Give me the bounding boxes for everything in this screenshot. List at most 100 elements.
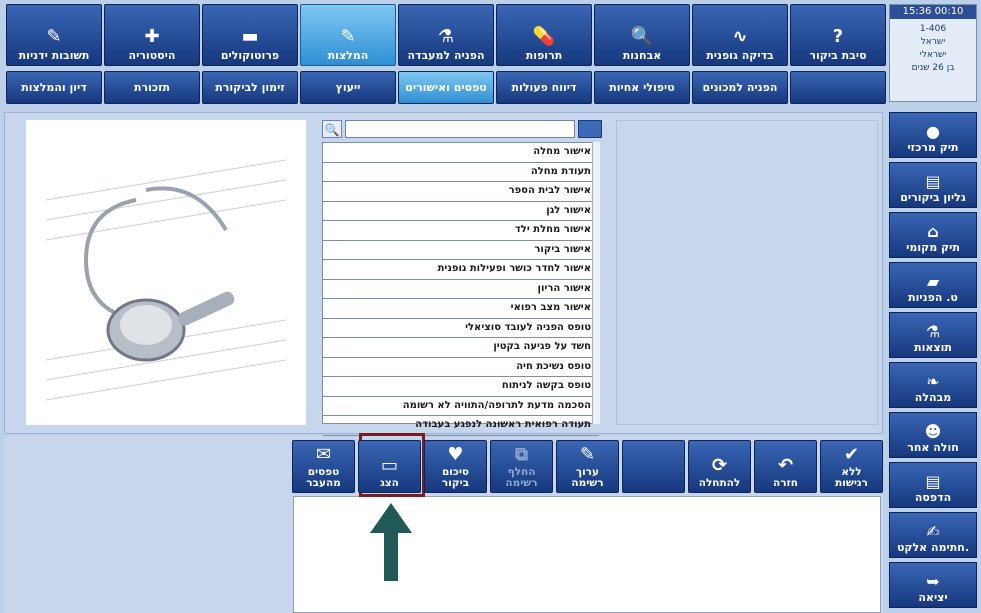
- tab-3[interactable]: 💊 תרופות: [496, 4, 592, 66]
- printer-icon: ▤: [925, 472, 941, 491]
- sidebar-item-7[interactable]: ▤ הדפסה: [889, 462, 977, 508]
- sidebar-item-label: חולה אחר: [907, 441, 959, 454]
- flask-icon: ⚗: [925, 322, 941, 341]
- tab-label: סיבת ביקור: [809, 49, 867, 62]
- folder-icon: ▰: [926, 272, 940, 291]
- forms-list: אישור מחלה תעודת מחלה אישור לבית הספר אישור…: [322, 142, 600, 436]
- tab-label: בדיקה גופנית: [706, 49, 774, 62]
- list-scrollbar[interactable]: [592, 142, 600, 424]
- tab-8[interactable]: ✎ תשובות ידניות: [6, 4, 102, 66]
- tab-0[interactable]: ? סיבת ביקור: [790, 4, 886, 66]
- tab-6[interactable]: ▬ פרוטוקולים: [202, 4, 298, 66]
- list-item[interactable]: תעודת מחלה: [323, 163, 599, 182]
- tab-label: הפניה למעבדה: [407, 49, 485, 62]
- magnifier-icon: 🔍: [630, 26, 654, 47]
- list-item[interactable]: אישור לבית הספר: [323, 182, 599, 202]
- sidebar-item-label: תוצאות: [914, 341, 952, 354]
- action-7[interactable]: ▭ הצג: [358, 440, 421, 493]
- clock-time: 15:36: [902, 6, 932, 17]
- action-0[interactable]: ✔ ללא רגישות: [820, 440, 883, 493]
- subtab-4[interactable]: טפסים ואישורים: [398, 71, 494, 104]
- sidebar-item-1[interactable]: ▤ גליון ביקורים: [889, 162, 977, 208]
- list-item[interactable]: אישור מצב רפואי: [323, 299, 599, 319]
- tab-label: היסטוריה: [128, 49, 176, 62]
- tab-label: אבחנות: [622, 49, 662, 62]
- subtab-3[interactable]: דיווח פעולות: [496, 71, 592, 104]
- patient-info-panel: 15:36 00:10 1-406 ישראל ישראלי בן 26 שני…: [889, 4, 977, 102]
- syringe-icon: ✎: [340, 26, 356, 47]
- flask-icon: ⚗: [437, 26, 455, 47]
- sidebar-item-label: תיק מקומי: [906, 241, 960, 254]
- pencil-icon: ✎: [579, 444, 596, 465]
- sidebar-item-label: גליון ביקורים: [900, 191, 966, 204]
- action-label: סיכום ביקור: [441, 466, 470, 489]
- action-2[interactable]: ⟳ להתחלה: [688, 440, 751, 493]
- list-item[interactable]: אישור הריון: [323, 280, 599, 299]
- list-item[interactable]: חשד על פגיעה בקטין: [323, 338, 599, 358]
- sidebar-item-2[interactable]: ⌂ תיק מקומי: [889, 212, 977, 258]
- subtab-6[interactable]: זימון לביקורת: [202, 71, 298, 104]
- question-icon: ?: [832, 26, 844, 47]
- sidebar-item-label: ט. הפניות: [908, 291, 958, 304]
- person-icon: ☻: [924, 422, 942, 441]
- list-item[interactable]: טופס הפניה לעובד סוציאלי: [323, 319, 599, 338]
- sidebar-item-6[interactable]: ☻ חולה אחר: [889, 412, 977, 458]
- subtab-7[interactable]: תזכורת: [104, 71, 200, 104]
- patient-code: 1-406: [919, 24, 947, 34]
- sidebar-item-9[interactable]: ➥ יציאה: [889, 562, 977, 608]
- briefcase-icon: ▬: [241, 26, 259, 47]
- action-5[interactable]: ⧉ החלף רשימה: [490, 440, 553, 493]
- medkit-icon: ✚: [144, 26, 160, 47]
- pills-icon: 💊: [532, 26, 556, 47]
- tab-1[interactable]: ∿ בדיקה גופנית: [692, 4, 788, 66]
- action-4[interactable]: ✎ ערוך רשימה: [556, 440, 619, 493]
- sidebar-item-5[interactable]: ❧ מבהלה: [889, 362, 977, 408]
- sign-icon: ✍: [926, 522, 940, 541]
- list-item[interactable]: טופס בקשה לניתוח: [323, 377, 599, 397]
- list-item[interactable]: אישור ביקור: [323, 241, 599, 260]
- arrow-up-icon: [370, 503, 412, 581]
- action-label: טפסים מהעבר: [306, 466, 341, 489]
- list-item[interactable]: הסכמה מדעת לתרופה/התוויה לא רשומה: [323, 397, 599, 416]
- list-item[interactable]: אישור לגן: [323, 202, 599, 221]
- tab-5[interactable]: ✎ המלצות: [300, 4, 396, 66]
- tab-7[interactable]: ✚ היסטוריה: [104, 4, 200, 66]
- clipboard-icon: ▤: [925, 172, 941, 191]
- list-item[interactable]: אישור לחדר כושר ופעילות גופנית: [323, 260, 599, 280]
- action-label: חזרה: [773, 477, 798, 489]
- subtab-2[interactable]: טיפולי אחיות: [594, 71, 690, 104]
- patient-age: בן 26 שנים: [911, 63, 955, 73]
- tab-4[interactable]: ⚗ הפניה למעבדה: [398, 4, 494, 66]
- action-1[interactable]: ↶ חזרה: [754, 440, 817, 493]
- sidebar-item-8[interactable]: ✍ חתימה אלקט.: [889, 512, 977, 558]
- forms-search-input[interactable]: [345, 120, 575, 138]
- action-6[interactable]: ♥ סיכום ביקור: [424, 440, 487, 493]
- action-label: ללא רגישות: [835, 466, 868, 489]
- tab-2[interactable]: 🔍 אבחנות: [594, 4, 690, 66]
- sidebar-item-3[interactable]: ▰ ט. הפניות: [889, 262, 977, 308]
- sidebar-item-4[interactable]: ⚗ תוצאות: [889, 312, 977, 358]
- sidebar-item-label: הדפסה: [914, 491, 952, 504]
- action-3[interactable]: [622, 440, 685, 493]
- subtab-1[interactable]: הפניה למכונים: [692, 71, 788, 104]
- list-item[interactable]: אישור מחלת ילד: [323, 221, 599, 241]
- search-icon[interactable]: 🔍: [322, 120, 342, 138]
- subtab-0[interactable]: [790, 71, 886, 104]
- sidebar-item-label: מבהלה: [914, 391, 952, 404]
- details-panel: [616, 120, 878, 425]
- check-icon: ✔: [843, 444, 860, 465]
- stethoscope-image: [26, 120, 306, 425]
- undo-arrow-icon: ↶: [777, 455, 794, 476]
- exit-arrow-icon: ➥: [926, 572, 940, 591]
- action-8[interactable]: ✉ טפסים מהעבר: [292, 440, 355, 493]
- sidebar-item-0[interactable]: ● תיק מרכזי: [889, 112, 977, 158]
- subtab-8[interactable]: דיון והמלצות: [6, 71, 102, 104]
- laptop-icon: ▭: [380, 455, 398, 476]
- list-item[interactable]: אישור מחלה: [323, 143, 599, 163]
- subtab-5[interactable]: ייעוץ: [300, 71, 396, 104]
- session-time: 00:10: [934, 6, 964, 17]
- tab-label: תרופות: [525, 49, 563, 62]
- list-toggle-button[interactable]: [578, 120, 602, 138]
- list-item[interactable]: טופס נשיכת חיה: [323, 358, 599, 377]
- swap-icon: ⧉: [515, 444, 528, 465]
